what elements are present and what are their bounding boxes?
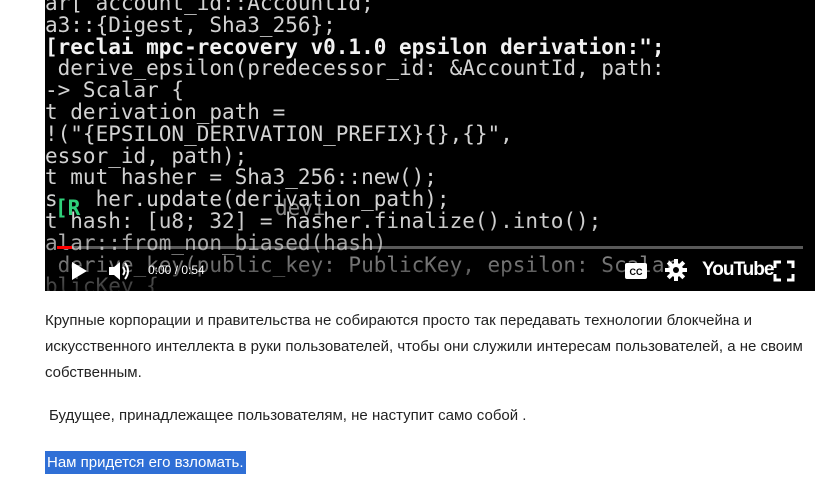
time-display: 0:00 / 0:54 xyxy=(148,263,205,277)
selected-text[interactable]: Нам придется его взломать. xyxy=(45,451,246,474)
progress-bar[interactable] xyxy=(57,246,803,249)
player-controls: 0:00 / 0:54 CC YouTube xyxy=(45,255,815,287)
code-line: [reclai mpc-recovery v0.1.0 epsilon deri… xyxy=(45,34,665,59)
article-paragraph-2: Будущее, принадлежащее пользователям, не… xyxy=(49,407,527,424)
volume-icon[interactable] xyxy=(108,260,134,282)
youtube-logo[interactable]: YouTube xyxy=(702,259,774,281)
article-paragraph-1: Крупные корпорации и правительства не со… xyxy=(45,312,803,381)
video-player[interactable]: ar[ account_id::AccountId; a3::{Digest, S… xyxy=(45,0,815,291)
code-line: -> Scalar { xyxy=(45,78,185,103)
code-line: t mut hasher = Sha3_256::new(); xyxy=(45,165,437,190)
play-icon[interactable] xyxy=(70,261,88,281)
progress-played xyxy=(57,246,72,249)
glitch-overlay-text: devi xyxy=(275,196,326,220)
code-line: a3::{Digest, Sha3_256}; xyxy=(45,12,336,37)
captions-icon[interactable]: CC xyxy=(625,263,647,279)
code-line: derive_epsilon(predecessor_id: &AccountI… xyxy=(45,56,665,81)
code-line: s her.update(derivation_path); xyxy=(45,187,450,212)
svg-text:CC: CC xyxy=(630,267,643,277)
code-line: essor_id, path); xyxy=(45,143,248,168)
glitch-logo-text: [R xyxy=(55,196,81,220)
article-paragraph-3: Нам придется его взломать. xyxy=(45,450,815,476)
code-line: !("{EPSILON_DERIVATION_PREFIX}{},{}", xyxy=(45,121,513,146)
code-line: t derivation_path = xyxy=(45,99,286,124)
fullscreen-icon[interactable] xyxy=(773,260,795,282)
settings-gear-icon[interactable] xyxy=(665,259,687,281)
